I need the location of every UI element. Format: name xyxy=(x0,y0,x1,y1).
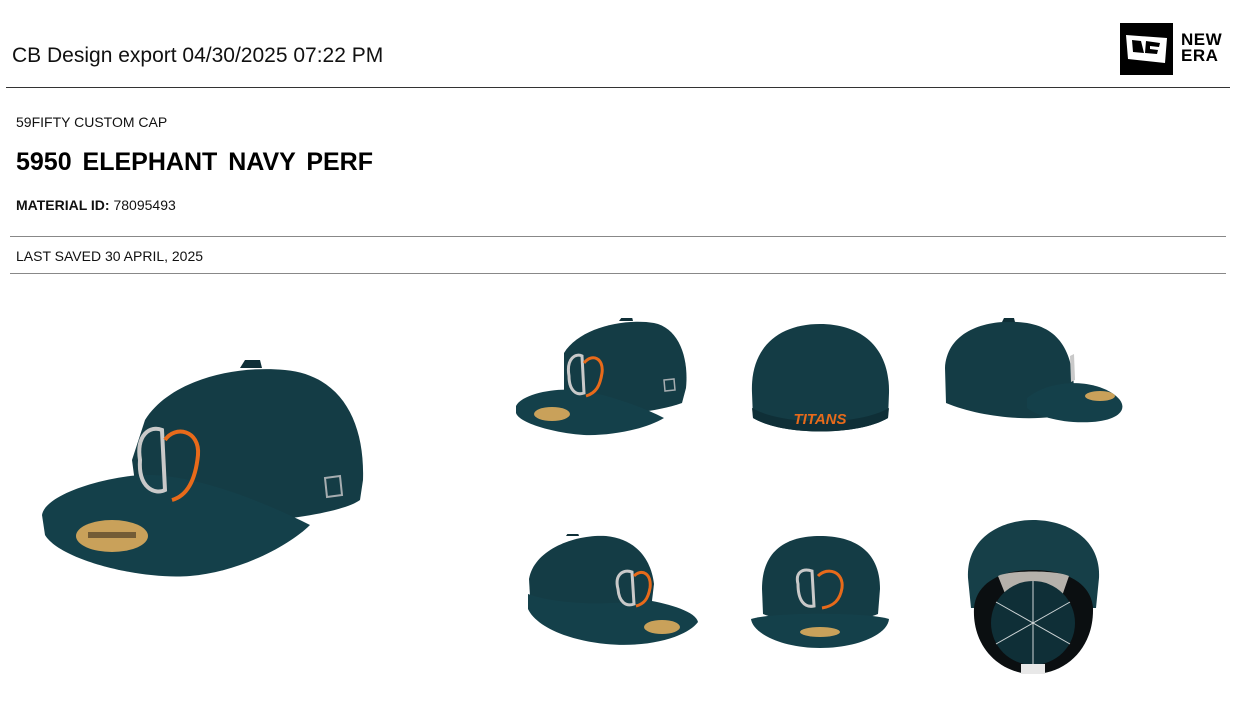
cap-view-front xyxy=(748,534,893,654)
new-era-flag-icon xyxy=(1120,23,1173,75)
material-id-value: 78095493 xyxy=(113,197,176,213)
cap-view-back: TITANS xyxy=(748,318,893,438)
material-id: MATERIAL ID: 78095493 xyxy=(16,197,176,213)
header-divider xyxy=(6,87,1230,88)
cap-view-right-front xyxy=(526,534,701,654)
cap-view-right-side xyxy=(942,318,1132,428)
cap-view-underbrim xyxy=(966,518,1101,678)
back-titans-text: TITANS xyxy=(793,411,846,428)
material-id-label: MATERIAL ID: xyxy=(16,197,110,213)
cap-view-left-front xyxy=(514,318,689,438)
product-name: 5950 ELEPHANT NAVY PERF xyxy=(16,148,374,176)
cap-main-view xyxy=(40,360,370,580)
export-title: CB Design export 04/30/2025 07:22 PM xyxy=(12,44,384,67)
product-category: 59FIFTY CUSTOM CAP xyxy=(16,114,168,130)
new-era-wordmark: NEW ERA xyxy=(1181,30,1223,65)
last-saved: LAST SAVED 30 APRIL, 2025 xyxy=(16,248,204,264)
section-divider xyxy=(10,236,1226,237)
section-divider xyxy=(10,273,1226,274)
new-era-logo: NEW ERA xyxy=(1120,23,1222,75)
